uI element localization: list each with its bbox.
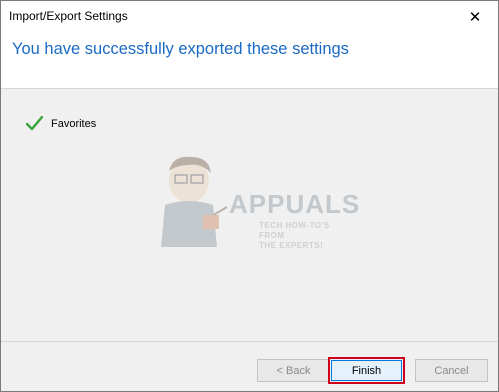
appuals-watermark: APPUALS TECH HOW-TO'S FROM THE EXPERTS! bbox=[151, 149, 359, 250]
window-title: Import/Export Settings bbox=[9, 9, 128, 23]
button-bar: < Back Finish Cancel bbox=[1, 342, 498, 391]
watermark-tagline: TECH HOW-TO'S FROM THE EXPERTS! bbox=[259, 221, 330, 250]
dialog-header: You have successfully exported these set… bbox=[1, 32, 498, 88]
mascot-icon bbox=[161, 156, 228, 247]
close-icon: ✕ bbox=[468, 8, 482, 26]
finish-button[interactable]: Finish bbox=[328, 357, 405, 384]
results-panel: Favorites APPUALS TECH HOW-TO'S FROM THE… bbox=[1, 89, 498, 341]
title-bar[interactable]: Import/Export Settings ✕ bbox=[1, 1, 498, 32]
back-button[interactable]: < Back bbox=[257, 359, 330, 382]
page-title: You have successfully exported these set… bbox=[12, 40, 349, 58]
cancel-button[interactable]: Cancel bbox=[415, 359, 488, 382]
checkmark-icon bbox=[26, 116, 43, 131]
close-button[interactable]: ✕ bbox=[452, 1, 498, 32]
import-export-dialog: Import/Export Settings ✕ You have succes… bbox=[0, 0, 499, 392]
result-label: Favorites bbox=[51, 117, 97, 130]
list-item: Favorites bbox=[26, 116, 96, 131]
finish-button-label: Finish bbox=[331, 360, 402, 381]
watermark-brand: APPUALS bbox=[229, 189, 361, 219]
